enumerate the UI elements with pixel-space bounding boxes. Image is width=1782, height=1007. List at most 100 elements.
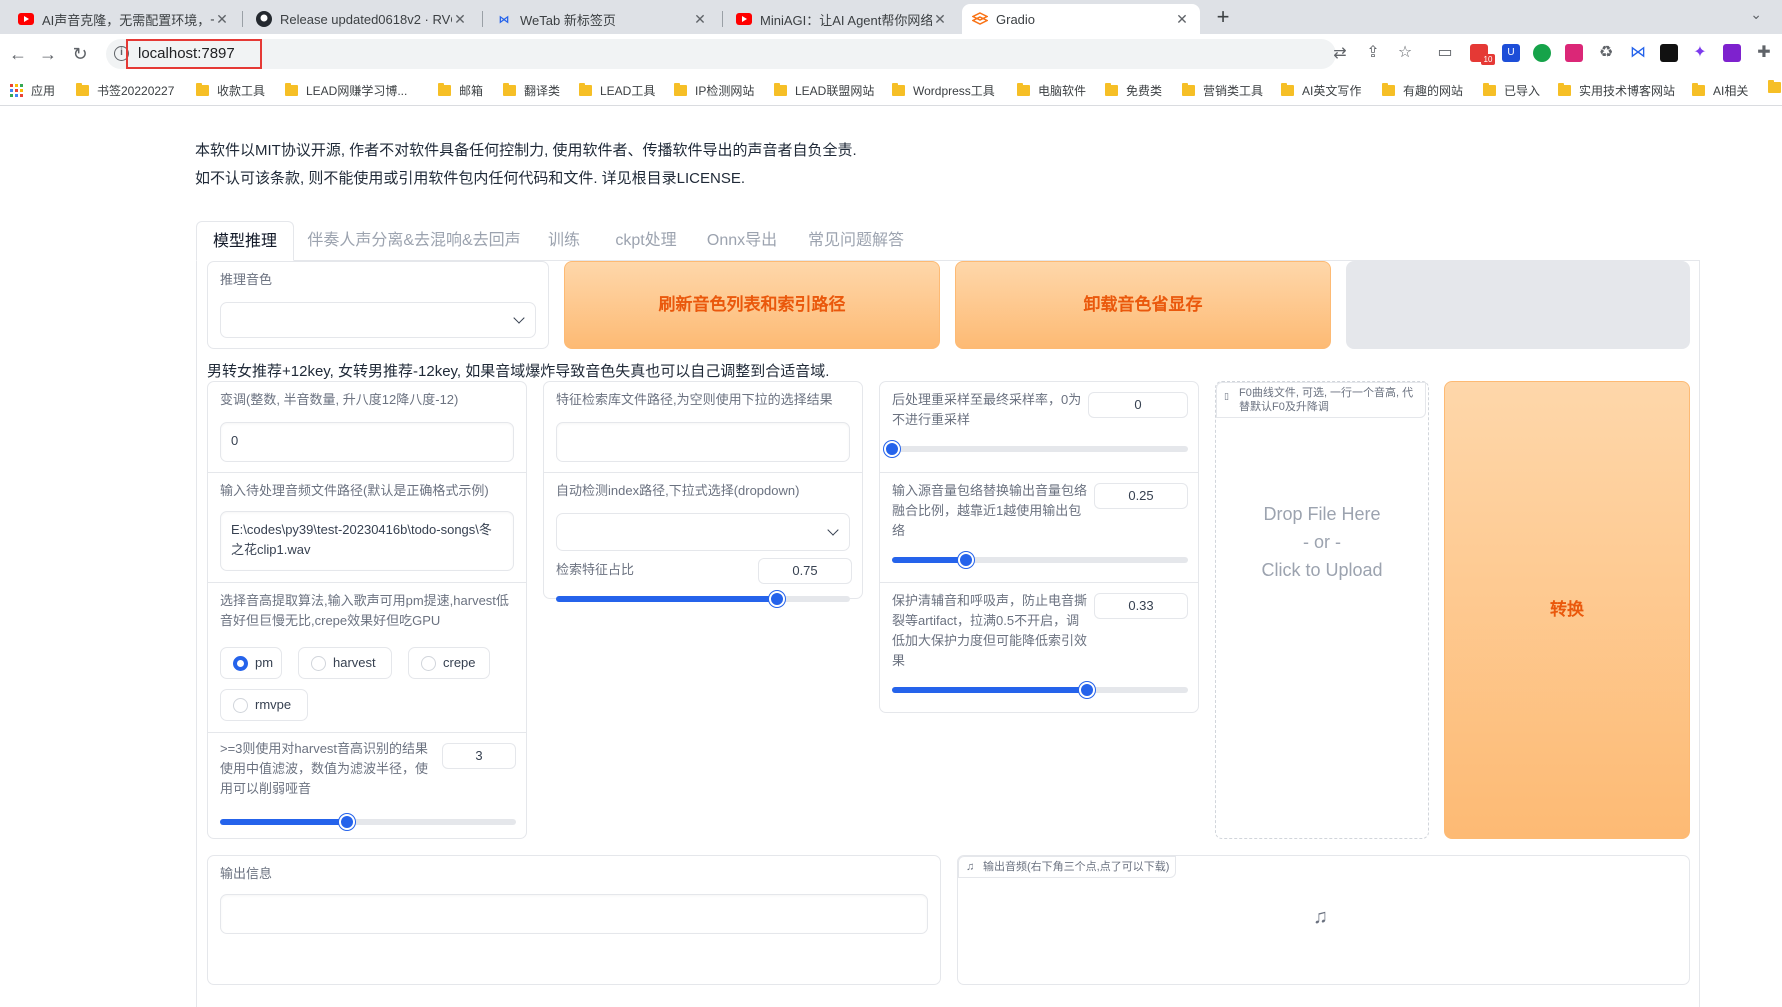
bookmark-folder[interactable]: LEAD网赚学习博...	[285, 82, 407, 99]
radio-rmvpe[interactable]: rmvpe	[220, 689, 308, 721]
bookmark-folder[interactable]	[1768, 80, 1782, 93]
bookmark-label: 实用技术博客网站	[1579, 84, 1676, 98]
folder-icon	[285, 83, 298, 96]
share-icon[interactable]: ⇪	[1363, 43, 1383, 63]
unload-voice-button[interactable]: 卸载音色省显存	[955, 261, 1331, 349]
close-icon[interactable]: ✕	[932, 11, 948, 28]
bookmark-folder[interactable]: 翻译类	[503, 82, 560, 99]
median-filter-number[interactable]: 3	[442, 743, 516, 769]
new-tab-button[interactable]: +	[1210, 5, 1236, 31]
browser-tab-title: AI声音克隆，无需配置环境，一键	[42, 12, 214, 28]
bookmark-folder[interactable]: 免费类	[1105, 82, 1162, 99]
bookmark-folder[interactable]: IP检测网站	[674, 82, 754, 99]
wetab-icon[interactable]: ⋈	[1628, 43, 1648, 63]
bookmark-folder[interactable]: AI相关	[1692, 82, 1748, 99]
url-text[interactable]: localhost:7897	[138, 45, 235, 62]
radio-harvest[interactable]: harvest	[298, 647, 392, 679]
sparkle-icon[interactable]: ✦	[1690, 43, 1710, 63]
back-icon[interactable]: ←	[6, 42, 30, 66]
index-ratio-number[interactable]: 0.75	[758, 558, 852, 584]
close-icon[interactable]: ✕	[452, 11, 468, 28]
browser-tab-title: Gradio	[996, 11, 1036, 27]
bookmark-folder[interactable]: AI英文写作	[1281, 82, 1361, 99]
median-filter-block: >=3则使用对harvest音高识别的结果使用中值滤波，数值为滤波半径，使用可以…	[208, 732, 526, 840]
recycle-icon[interactable]: ♻	[1596, 43, 1616, 63]
median-filter-slider[interactable]	[220, 814, 516, 830]
auto-index-dropdown[interactable]	[556, 513, 850, 551]
radio-pm[interactable]: pm	[220, 647, 282, 679]
bookmark-star-icon[interactable]: ☆	[1395, 43, 1415, 63]
browser-tab[interactable]: Release updated0618v2 · RVC- ✕	[246, 4, 478, 34]
tab-onnx[interactable]: Onnx导出	[700, 221, 784, 261]
tab-inference[interactable]: 模型推理	[196, 221, 294, 261]
slider-thumb[interactable]	[1079, 682, 1096, 698]
f0-file-upload[interactable]: ▯ F0曲线文件, 可选, 一行一个音高, 代替默认F0及升降调 Drop Fi…	[1215, 381, 1429, 839]
address-bar[interactable]: i localhost:7897 ⇄	[106, 39, 1347, 69]
rms-mix-number[interactable]: 0.25	[1094, 483, 1188, 509]
browser-tab[interactable]: MiniAGI：让AI Agent帮你网络 ✕	[726, 4, 958, 34]
folder-icon[interactable]: ▭	[1435, 43, 1455, 63]
tab-faq[interactable]: 常见问题解答	[796, 221, 916, 261]
browser-tab-active[interactable]: Gradio ✕	[962, 4, 1200, 34]
forward-icon[interactable]: →	[36, 42, 60, 66]
bookmark-folder[interactable]: 已导入	[1483, 82, 1540, 99]
protect-slider[interactable]	[892, 682, 1188, 698]
refresh-voices-button[interactable]: 刷新音色列表和索引路径	[564, 261, 940, 349]
slider-thumb[interactable]	[768, 591, 785, 607]
bookmark-folder[interactable]: 营销类工具	[1182, 82, 1263, 99]
bookmark-folder[interactable]: 电脑软件	[1017, 82, 1086, 99]
close-icon[interactable]: ✕	[214, 11, 230, 28]
slider-thumb[interactable]	[958, 552, 974, 568]
extension-icon[interactable]	[1533, 44, 1551, 62]
bookmark-apps[interactable]: 应用	[10, 82, 55, 99]
folder-icon	[1768, 80, 1781, 93]
bookmark-folder[interactable]: 收款工具	[196, 82, 265, 99]
close-icon[interactable]: ✕	[692, 11, 708, 28]
output-info-textbox[interactable]	[220, 894, 928, 934]
index-path-input[interactable]	[556, 422, 850, 462]
radio-label: pm	[255, 655, 274, 670]
slider-thumb[interactable]	[884, 441, 900, 457]
rms-mix-slider[interactable]	[892, 552, 1188, 568]
tab-search-chevron-icon[interactable]: ⌄	[1750, 6, 1762, 23]
bookmark-folder[interactable]: 邮箱	[438, 82, 483, 99]
bookmark-label: 邮箱	[459, 84, 484, 98]
extension-icon[interactable]: U	[1502, 44, 1520, 62]
browser-tab[interactable]: AI声音克隆，无需配置环境，一键 ✕	[8, 4, 240, 34]
voice-dropdown[interactable]	[220, 302, 536, 338]
resample-block: 后处理重采样至最终采样率，0为不进行重采样 0	[880, 382, 1198, 472]
radio-crepe[interactable]: crepe	[408, 647, 490, 679]
extension-icon[interactable]	[1660, 44, 1678, 62]
median-filter-label: >=3则使用对harvest音高识别的结果使用中值滤波，数值为滤波半径，使用可以…	[220, 741, 429, 796]
radio-label: crepe	[443, 655, 476, 670]
empty-button[interactable]	[1346, 261, 1690, 349]
browser-tab[interactable]: ⋈ WeTab 新标签页 ✕	[486, 4, 718, 34]
audio-path-input[interactable]: E:\codes\py39\test-20230416b\todo-songs\…	[220, 511, 514, 571]
bookmark-folder[interactable]: Wordpress工具	[892, 82, 995, 99]
close-icon[interactable]: ✕	[1174, 11, 1190, 28]
auto-index-block: 自动检测index路径,下拉式选择(dropdown)	[544, 472, 862, 562]
transpose-input[interactable]: 0	[220, 422, 514, 462]
slider-thumb[interactable]	[339, 814, 356, 830]
tab-separation[interactable]: 伴奏人声分离&去混响&去回声	[304, 221, 524, 261]
bookmark-folder[interactable]: LEAD工具	[579, 82, 655, 99]
radio-dot	[233, 698, 248, 713]
index-ratio-slider[interactable]	[556, 591, 850, 607]
bookmark-folder[interactable]: 书签20220227	[76, 82, 174, 99]
bookmark-folder[interactable]: 有趣的网站	[1382, 82, 1463, 99]
protect-number[interactable]: 0.33	[1094, 593, 1188, 619]
extension-icon[interactable]	[1723, 44, 1741, 62]
tab-separator	[722, 11, 723, 27]
browser-tab-title: Release updated0618v2 · RVC-	[280, 11, 452, 27]
tab-train[interactable]: 训练	[536, 221, 592, 261]
bookmark-folder[interactable]: LEAD联盟网站	[774, 82, 874, 99]
puzzle-icon[interactable]: ✚	[1754, 43, 1774, 63]
bookmark-folder[interactable]: 实用技术博客网站	[1558, 82, 1675, 99]
convert-button[interactable]: 转换	[1444, 381, 1690, 839]
translate-icon[interactable]: ⇄	[1330, 44, 1350, 64]
tab-ckpt[interactable]: ckpt处理	[604, 221, 688, 261]
extension-icon[interactable]	[1565, 44, 1583, 62]
resample-slider[interactable]	[884, 441, 1188, 457]
resample-number[interactable]: 0	[1088, 392, 1188, 418]
reload-icon[interactable]: ↻	[68, 42, 92, 66]
